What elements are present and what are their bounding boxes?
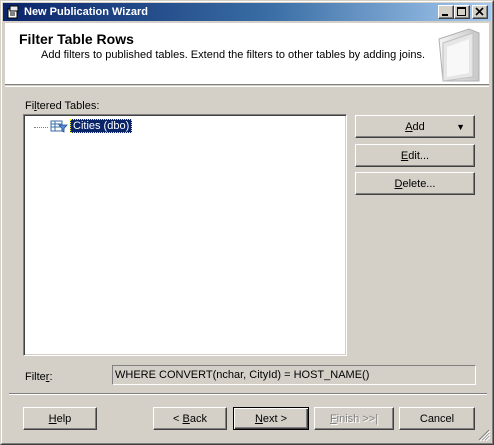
dropdown-arrow-icon: ▼ <box>456 122 465 132</box>
filtered-tables-label: Filtered Tables: <box>25 100 100 112</box>
next-button[interactable]: Next > <box>233 407 309 430</box>
window-title: New Publication Wizard <box>24 6 148 18</box>
footer-divider <box>9 393 487 395</box>
tree-item-cities[interactable]: Cities (dbo) <box>34 119 133 133</box>
window-controls <box>438 5 488 19</box>
page-title: Filter Table Rows <box>19 31 134 47</box>
minimize-icon <box>442 14 448 16</box>
tree-connector <box>34 126 48 128</box>
delete-button[interactable]: Delete... <box>355 172 475 195</box>
page-description: Add filters to published tables. Extend … <box>41 49 426 61</box>
resize-grip-icon[interactable] <box>478 429 491 442</box>
wizard-header: Filter Table Rows Add filters to publish… <box>5 23 489 85</box>
header-divider <box>5 86 489 87</box>
wizard-app-icon <box>5 4 21 20</box>
add-button[interactable]: Add ▼ <box>355 115 475 138</box>
tree-item-label[interactable]: Cities (dbo) <box>70 119 133 133</box>
maximize-icon <box>457 7 466 16</box>
maximize-button[interactable] <box>454 5 470 19</box>
title-bar[interactable]: New Publication Wizard <box>3 3 491 21</box>
finish-button[interactable]: Finish >>| <box>314 407 394 430</box>
cancel-button[interactable]: Cancel <box>399 407 475 430</box>
filtered-tables-tree[interactable]: Cities (dbo) <box>23 114 347 356</box>
filtered-table-icon <box>50 119 68 133</box>
back-button[interactable]: < Back <box>153 407 227 430</box>
help-button[interactable]: Help <box>23 407 97 430</box>
close-icon <box>475 7 484 16</box>
filter-label: Filter: <box>25 371 53 383</box>
edit-button[interactable]: Edit... <box>355 144 475 167</box>
minimize-button[interactable] <box>438 5 454 19</box>
publication-banner-icon <box>429 25 485 83</box>
wizard-window: New Publication Wizard Filter Table Rows… <box>0 0 494 445</box>
filter-text-field[interactable]: WHERE CONVERT(nchar, CityId) = HOST_NAME… <box>112 365 476 385</box>
close-button[interactable] <box>472 5 488 19</box>
